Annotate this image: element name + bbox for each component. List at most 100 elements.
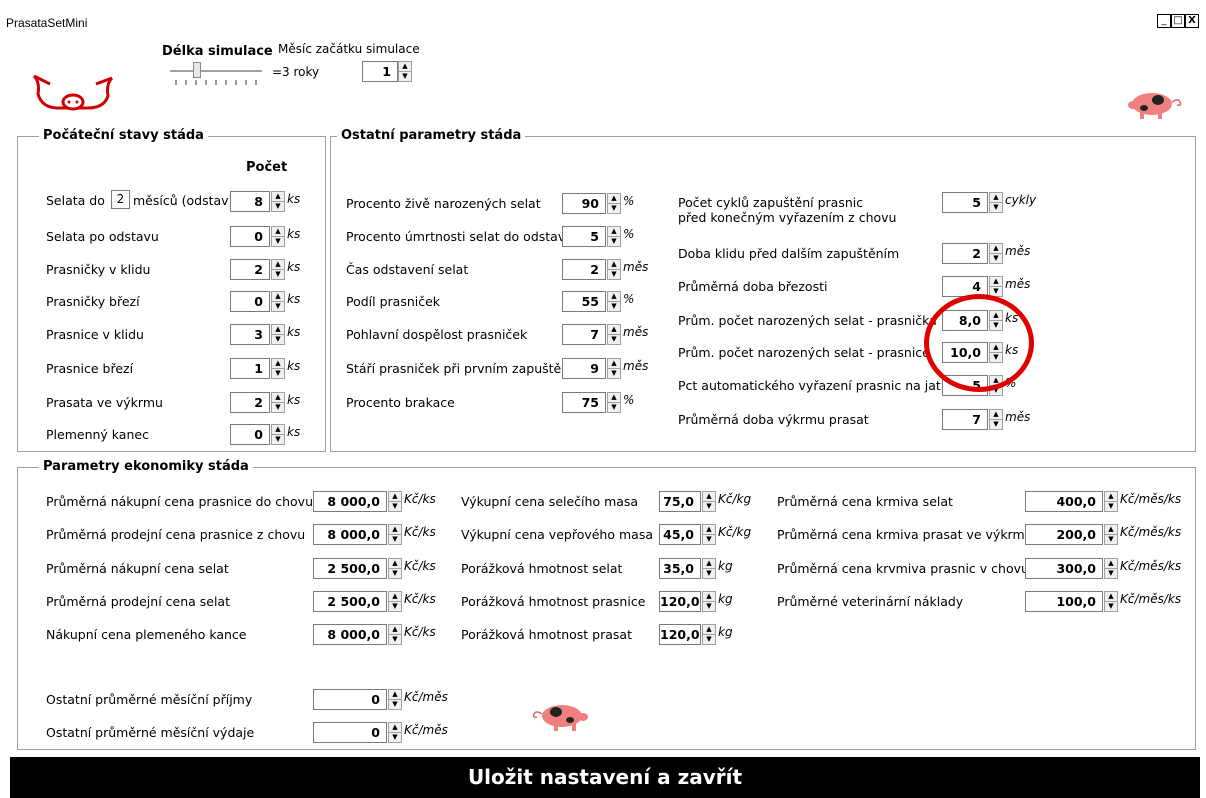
initial-row-5-input[interactable]: 1 (230, 358, 270, 379)
eco-col3-3-spinner[interactable]: ▲ ▼ (1104, 591, 1118, 612)
other-left-3-input[interactable]: 55 (562, 291, 606, 312)
other-right-1-input[interactable]: 2 (942, 243, 988, 264)
eco-col2-1-spinner[interactable]: ▲ ▼ (702, 524, 716, 545)
initial-row-6-spinner[interactable]: ▲ ▼ (271, 392, 285, 413)
eco-col2-3-unit: kg (718, 592, 733, 606)
other-left-3-spinner[interactable]: ▲ ▼ (607, 291, 621, 312)
other-right-6-spinner[interactable]: ▲ ▼ (989, 409, 1003, 430)
initial-row-2-spinner[interactable]: ▲ ▼ (271, 259, 285, 280)
initial-row-6-label: Prasata ve výkrmu (46, 395, 163, 410)
other-left-5-label: Stáří prasniček při prvním zapuštění (346, 361, 573, 376)
initial-row-5-spinner[interactable]: ▲ ▼ (271, 358, 285, 379)
initial-row-0-unit: ks (287, 192, 301, 206)
simulation-start-input[interactable]: 1 (362, 61, 398, 82)
other-left-2-input[interactable]: 2 (562, 259, 606, 280)
eco-col3-1-input[interactable]: 200,0 (1025, 524, 1103, 545)
top-strip (0, 0, 1206, 10)
other-left-1-spinner[interactable]: ▲ ▼ (607, 226, 621, 247)
initial-row-3-unit: ks (287, 292, 301, 306)
eco-monthly-1-unit: Kč/měs (404, 723, 448, 737)
initial-row-3-spinner[interactable]: ▲ ▼ (271, 291, 285, 312)
initial-row-2-unit: ks (287, 260, 301, 274)
other-left-6-input[interactable]: 75 (562, 392, 606, 413)
initial-row-1-unit: ks (287, 227, 301, 241)
eco-col2-4-spinner[interactable]: ▲ ▼ (702, 624, 716, 645)
initial-row-4-input[interactable]: 3 (230, 324, 270, 345)
eco-col2-2-spinner[interactable]: ▲ ▼ (702, 558, 716, 579)
eco-col1-0-spinner[interactable]: ▲ ▼ (388, 491, 402, 512)
eco-col2-3-input[interactable]: 120,0 (659, 591, 701, 612)
eco-col1-2-spinner[interactable]: ▲ ▼ (388, 558, 402, 579)
initial-row-4-unit: ks (287, 325, 301, 339)
economy-title: Parametry ekonomiky stáda (39, 459, 253, 474)
initial-row-7-spinner[interactable]: ▲ ▼ (271, 424, 285, 445)
other-left-0-input[interactable]: 90 (562, 193, 606, 214)
eco-col3-2-input[interactable]: 300,0 (1025, 558, 1103, 579)
minimize-button[interactable]: _ (1157, 14, 1171, 28)
eco-col3-3-input[interactable]: 100,0 (1025, 591, 1103, 612)
eco-monthly-1-input[interactable]: 0 (313, 722, 387, 743)
other-left-5-spinner[interactable]: ▲ ▼ (607, 358, 621, 379)
eco-col3-1-label: Průměrná cena krmiva prasat ve výkrmu (777, 527, 1033, 542)
initial-row-2-input[interactable]: 2 (230, 259, 270, 280)
other-left-0-spinner[interactable]: ▲ ▼ (607, 193, 621, 214)
save-and-close-button[interactable]: Uložit nastavení a zavřít (10, 757, 1200, 798)
eco-col1-1-label: Průměrná prodejní cena prasnice z chovu (46, 527, 306, 542)
eco-col2-3-spinner[interactable]: ▲ ▼ (702, 591, 716, 612)
initial-row-1-input[interactable]: 0 (230, 226, 270, 247)
initial-row-4-spinner[interactable]: ▲ ▼ (271, 324, 285, 345)
other-left-4-spinner[interactable]: ▲ ▼ (607, 324, 621, 345)
other-right-0-spinner[interactable]: ▲ ▼ (989, 192, 1003, 213)
close-button[interactable]: X (1185, 14, 1199, 28)
eco-col2-0-spinner[interactable]: ▲ ▼ (702, 491, 716, 512)
eco-col2-2-input[interactable]: 35,0 (659, 558, 701, 579)
eco-monthly-1-label: Ostatní průměrné měsíční výdaje (46, 725, 255, 740)
piglets-months-input[interactable]: 2 (111, 190, 130, 209)
eco-monthly-0-spinner[interactable]: ▲ ▼ (388, 689, 402, 710)
eco-col1-1-spinner[interactable]: ▲ ▼ (388, 524, 402, 545)
eco-col1-2-input[interactable]: 2 500,0 (313, 558, 387, 579)
window-title: PrasataSetMini (6, 16, 88, 30)
initial-row-1-spinner[interactable]: ▲ ▼ (271, 226, 285, 247)
eco-col3-2-unit: Kč/měs/ks (1120, 559, 1182, 573)
other-left-5-input[interactable]: 9 (562, 358, 606, 379)
eco-col3-0-spinner[interactable]: ▲ ▼ (1104, 491, 1118, 512)
other-right-2-spinner[interactable]: ▲ ▼ (989, 276, 1003, 297)
simulation-start-spinner[interactable]: ▲ ▼ (398, 61, 412, 82)
initial-row-3-input[interactable]: 0 (230, 291, 270, 312)
other-right-6-input[interactable]: 7 (942, 409, 988, 430)
initial-row-0-input[interactable]: 8 (230, 191, 270, 212)
count-header: Počet (246, 160, 288, 175)
piglets-label-prefix: Selata do (46, 193, 105, 208)
eco-col1-3-spinner[interactable]: ▲ ▼ (388, 591, 402, 612)
other-left-6-spinner[interactable]: ▲ ▼ (607, 392, 621, 413)
eco-col2-4-input[interactable]: 120,0 (659, 624, 701, 645)
other-right-1-spinner[interactable]: ▲ ▼ (989, 243, 1003, 264)
eco-col3-0-input[interactable]: 400,0 (1025, 491, 1103, 512)
eco-col2-1-input[interactable]: 45,0 (659, 524, 701, 545)
other-left-2-spinner[interactable]: ▲ ▼ (607, 259, 621, 280)
initial-row-6-input[interactable]: 2 (230, 392, 270, 413)
eco-col1-1-unit: Kč/ks (404, 525, 436, 539)
eco-col3-2-spinner[interactable]: ▲ ▼ (1104, 558, 1118, 579)
eco-monthly-1-spinner[interactable]: ▲ ▼ (388, 722, 402, 743)
eco-col2-3-label: Porážková hmotnost prasnice (461, 594, 646, 609)
initial-state-title: Počáteční stavy stáda (39, 128, 208, 143)
initial-row-0-spinner[interactable]: ▲ ▼ (271, 191, 285, 212)
eco-col2-0-input[interactable]: 75,0 (659, 491, 701, 512)
initial-row-7-input[interactable]: 0 (230, 424, 270, 445)
eco-col1-0-input[interactable]: 8 000,0 (313, 491, 387, 512)
eco-col1-4-input[interactable]: 8 000,0 (313, 624, 387, 645)
eco-col1-4-spinner[interactable]: ▲ ▼ (388, 624, 402, 645)
maximize-button[interactable]: □ (1171, 14, 1185, 28)
initial-row-6-unit: ks (287, 393, 301, 407)
other-left-4-input[interactable]: 7 (562, 324, 606, 345)
other-right-1-label: Doba klidu před dalším zapuštěním (678, 246, 900, 261)
eco-col1-1-input[interactable]: 8 000,0 (313, 524, 387, 545)
other-left-1-input[interactable]: 5 (562, 226, 606, 247)
other-right-0-input[interactable]: 5 (942, 192, 988, 213)
eco-col3-1-spinner[interactable]: ▲ ▼ (1104, 524, 1118, 545)
eco-monthly-0-input[interactable]: 0 (313, 689, 387, 710)
eco-col1-3-input[interactable]: 2 500,0 (313, 591, 387, 612)
simulation-length-slider[interactable] (193, 62, 201, 78)
